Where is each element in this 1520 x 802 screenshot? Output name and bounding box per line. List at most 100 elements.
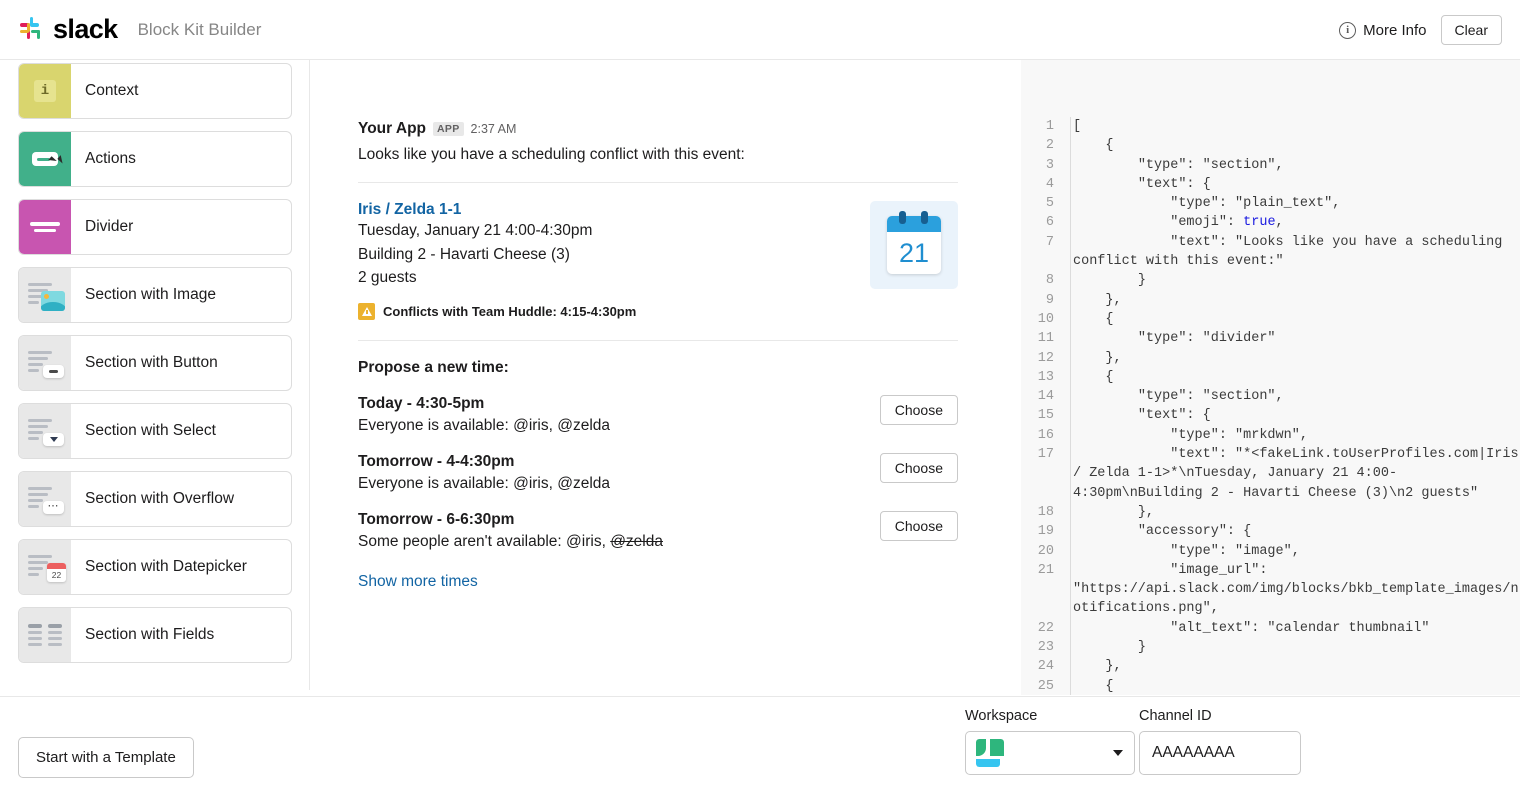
sidebar-item-section-with-overflow[interactable]: ⋯ Section with Overflow bbox=[18, 471, 292, 527]
choose-button[interactable]: Choose bbox=[879, 395, 958, 426]
line-text[interactable]: }, bbox=[1062, 291, 1520, 310]
calendar-icon: 21 bbox=[887, 211, 941, 275]
line-text[interactable]: "type": "section", bbox=[1062, 387, 1520, 406]
line-text[interactable]: "type": "image", bbox=[1062, 542, 1520, 561]
line-number: 23 bbox=[1037, 640, 1054, 656]
availability-prefix: Everyone is available: @iris, bbox=[358, 475, 558, 493]
line-number: 9 bbox=[1045, 292, 1054, 308]
line-text[interactable]: "type": "mrkdwn", bbox=[1062, 426, 1520, 445]
workspace-select[interactable] bbox=[965, 731, 1135, 775]
clear-button[interactable]: Clear bbox=[1440, 15, 1502, 45]
message-preview-pane: Your App APP 2:37 AM Looks like you have… bbox=[311, 60, 1020, 690]
line-text[interactable]: { bbox=[1062, 368, 1520, 387]
chevron-down-icon bbox=[1113, 750, 1123, 756]
time-slot-row: Tomorrow - 6-6:30pm Some people aren't a… bbox=[358, 511, 958, 551]
availability-user-unavailable: @zelda bbox=[610, 533, 663, 551]
show-more-times-link[interactable]: Show more times bbox=[358, 573, 958, 591]
code-line: 12 }, bbox=[1021, 349, 1520, 368]
code-line: 5 "type": "plain_text", bbox=[1021, 194, 1520, 213]
sidebar-item-actions[interactable]: Actions bbox=[18, 131, 292, 187]
line-text[interactable]: "type": "section", bbox=[1062, 156, 1520, 175]
sidebar-item-label: Section with Image bbox=[85, 286, 216, 303]
code-lines[interactable]: 1[2 {3 "type": "section", 4 "text": {5 "t… bbox=[1021, 60, 1520, 695]
sidebar-item-section-with-button[interactable]: Section with Button bbox=[18, 335, 292, 391]
line-number: 7 bbox=[1045, 234, 1054, 250]
start-with-template-button[interactable]: Start with a Template bbox=[18, 737, 194, 778]
line-text[interactable]: "text": "*<fakeLink.toUserProfiles.com|I… bbox=[1062, 445, 1520, 503]
slack-message: Your App APP 2:37 AM Looks like you have… bbox=[358, 120, 958, 591]
code-line: 7 "text": "Looks like you have a schedul… bbox=[1021, 233, 1520, 272]
line-number: 16 bbox=[1037, 427, 1054, 443]
section-button-icon bbox=[19, 336, 71, 390]
line-text[interactable]: "text": "Looks like you have a schedulin… bbox=[1062, 233, 1520, 272]
event-details: Iris / Zelda 1-1 Tuesday, January 21 4:0… bbox=[358, 201, 592, 289]
line-text[interactable]: { bbox=[1062, 136, 1520, 155]
line-number: 5 bbox=[1045, 196, 1054, 212]
line-number: 14 bbox=[1037, 389, 1054, 405]
more-info-button[interactable]: i More Info bbox=[1339, 21, 1427, 39]
propose-title: Propose a new time: bbox=[358, 359, 509, 377]
line-text[interactable]: } bbox=[1062, 271, 1520, 290]
sidebar-item-section-with-select[interactable]: Section with Select bbox=[18, 403, 292, 459]
slack-logo-icon bbox=[20, 16, 46, 43]
code-line: 17 "text": "*<fakeLink.toUserProfiles.co… bbox=[1021, 445, 1520, 503]
line-text[interactable]: { bbox=[1062, 677, 1520, 695]
code-line: 11 "type": "divider" bbox=[1021, 329, 1520, 348]
line-number: 2 bbox=[1045, 138, 1054, 154]
code-line: 1[ bbox=[1021, 117, 1520, 136]
line-text[interactable]: { bbox=[1062, 310, 1520, 329]
code-line: 22 "alt_text": "calendar thumbnail" bbox=[1021, 619, 1520, 638]
line-text[interactable]: "text": { bbox=[1062, 406, 1520, 425]
line-text[interactable]: }, bbox=[1062, 349, 1520, 368]
slack-wordmark: slack bbox=[53, 14, 118, 44]
line-number: 10 bbox=[1037, 311, 1054, 327]
time-slot-heading: Tomorrow - 4-4:30pm bbox=[358, 453, 515, 471]
context-badge-glyph: i bbox=[34, 80, 56, 102]
line-text[interactable]: "emoji": true, bbox=[1062, 213, 1520, 232]
section-select-icon bbox=[19, 404, 71, 458]
availability-user: @zelda bbox=[557, 475, 611, 493]
time-slot-availability: Everyone is available: @iris, @zelda bbox=[358, 417, 880, 435]
event-when: Tuesday, January 21 4:00-4:30pm bbox=[358, 222, 593, 240]
sidebar-item-divider[interactable]: Divider bbox=[18, 199, 292, 255]
line-text[interactable]: "accessory": { bbox=[1062, 522, 1520, 541]
line-text[interactable]: "alt_text": "calendar thumbnail" bbox=[1062, 619, 1520, 638]
context-block-conflict: Conflicts with Team Huddle: 4:15-4:30pm bbox=[358, 303, 958, 321]
message-header: Your App APP 2:37 AM bbox=[358, 120, 958, 138]
line-text[interactable]: }, bbox=[1062, 657, 1520, 676]
line-text[interactable]: }, bbox=[1062, 503, 1520, 522]
sidebar-item-context[interactable]: i Context bbox=[18, 63, 292, 119]
line-text[interactable]: "text": { bbox=[1062, 175, 1520, 194]
line-number: 17 bbox=[1037, 447, 1054, 463]
line-number: 18 bbox=[1037, 504, 1054, 520]
line-text[interactable]: "image_url": "https://api.slack.com/img/… bbox=[1062, 561, 1520, 619]
block-palette-sidebar[interactable]: i Context Actions Divider Section with I… bbox=[0, 60, 310, 690]
channel-id-input[interactable] bbox=[1139, 731, 1301, 775]
divider-block-2 bbox=[358, 340, 958, 342]
line-text[interactable]: "type": "divider" bbox=[1062, 329, 1520, 348]
time-slot-details: Tomorrow - 6-6:30pm Some people aren't a… bbox=[358, 511, 880, 551]
json-code-editor[interactable]: 1[2 {3 "type": "section", 4 "text": {5 "t… bbox=[1021, 60, 1520, 695]
event-where: Building 2 - Havarti Cheese (3) bbox=[358, 245, 570, 263]
line-text[interactable]: "type": "plain_text", bbox=[1062, 194, 1520, 213]
line-number: 8 bbox=[1045, 273, 1054, 289]
sidebar-item-section-with-datepicker[interactable]: 22 Section with Datepicker bbox=[18, 539, 292, 595]
event-title-link[interactable]: Iris / Zelda 1-1 bbox=[358, 201, 592, 219]
info-icon: i bbox=[1339, 21, 1357, 39]
code-line: 25 { bbox=[1021, 677, 1520, 695]
choose-button[interactable]: Choose bbox=[879, 453, 958, 484]
more-info-label: More Info bbox=[1363, 21, 1427, 39]
line-text[interactable]: [ bbox=[1062, 117, 1520, 136]
line-number: 15 bbox=[1037, 408, 1054, 424]
datepicker-day: 22 bbox=[51, 570, 62, 580]
code-line: 21 "image_url": "https://api.slack.com/i… bbox=[1021, 561, 1520, 619]
warning-icon bbox=[358, 303, 375, 321]
line-number: 4 bbox=[1045, 176, 1054, 192]
sidebar-item-section-with-image[interactable]: Section with Image bbox=[18, 267, 292, 323]
section-datepicker-icon: 22 bbox=[19, 540, 71, 594]
choose-button[interactable]: Choose bbox=[879, 511, 958, 542]
message-timestamp: 2:37 AM bbox=[470, 122, 517, 136]
availability-user: @zelda bbox=[557, 417, 611, 435]
line-text[interactable]: } bbox=[1062, 638, 1520, 657]
sidebar-item-section-with-fields[interactable]: Section with Fields bbox=[18, 607, 292, 663]
